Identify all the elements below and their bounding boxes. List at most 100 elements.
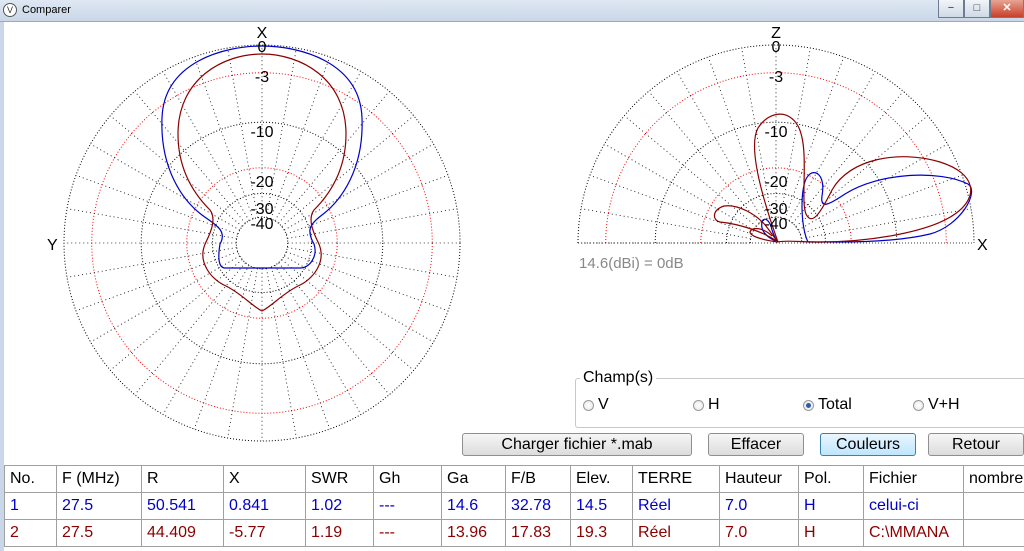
azimuth-plot-labels: X Y 0 -3 -10 -20 -30 -40 (47, 25, 274, 254)
elevation-grid-spoke (648, 91, 760, 224)
azimuth-ring-label-3: -3 (255, 69, 269, 86)
radio-total[interactable]: Total (803, 396, 852, 414)
azimuth-ring-label-0: 0 (258, 39, 267, 56)
elevation-grid-spoke (784, 56, 845, 219)
table-cell: 7.0 (719, 492, 799, 520)
azimuth-grid-spoke (110, 115, 243, 227)
radio-v-plus-h-indicator[interactable] (913, 399, 924, 411)
header-fb[interactable]: F/B (505, 465, 571, 493)
table-cell: 27.5 (56, 492, 142, 520)
table-cell: 0.841 (223, 492, 306, 520)
radio-total-label: Total (818, 396, 852, 413)
table-cell: 13.96 (441, 519, 506, 547)
radio-h[interactable]: H (693, 396, 720, 414)
table-cell: 27.5 (56, 519, 142, 547)
radio-h-label: H (708, 396, 720, 413)
azimuth-grid-spoke (193, 267, 254, 430)
header-gh[interactable]: Gh (373, 465, 442, 493)
header-terre[interactable]: TERRE (632, 465, 720, 493)
header-no[interactable]: No. (4, 465, 57, 493)
table-cell: 14.5 (570, 492, 633, 520)
radio-v-indicator[interactable] (583, 399, 594, 411)
elevation-ring-label-20: -20 (764, 174, 787, 191)
table-cell: 2 (4, 519, 57, 547)
elevation-plot-labels: Z X 0 -3 -10 -20 -30 -40 (764, 25, 988, 254)
header-frequency[interactable]: F (MHz) (56, 465, 142, 493)
table-cell: 1 (4, 492, 57, 520)
table-cell: H (798, 492, 864, 520)
table-cell: --- (373, 492, 442, 520)
azimuth-ring-label-10: -10 (250, 124, 273, 141)
azimuth-grid-spoke (90, 255, 240, 343)
header-swr[interactable]: SWR (305, 465, 374, 493)
table-cell: celui-ci (863, 492, 964, 520)
header-elev[interactable]: Elev. (570, 465, 633, 493)
azimuth-grid-spoke (286, 251, 449, 312)
reference-gain-label: 14.6(dBi) = 0dB (579, 255, 684, 272)
azimuth-grid-spoke (75, 251, 238, 312)
table-cell (963, 492, 1024, 520)
azimuth-plot-grid (63, 44, 461, 442)
table-cell: 32.78 (505, 492, 571, 520)
table-cell: --- (373, 519, 442, 547)
header-x[interactable]: X (223, 465, 306, 493)
azimuth-grid-spoke (270, 267, 331, 430)
table-cell: Réel (632, 492, 720, 520)
radio-v-plus-h[interactable]: V+H (913, 396, 960, 414)
table-cell: H (798, 519, 864, 547)
radio-h-indicator[interactable] (693, 399, 704, 411)
elevation-ring-label-40: -40 (764, 216, 787, 233)
table-cell: 17.83 (505, 519, 571, 547)
elevation-ring-label-0: 0 (772, 39, 781, 56)
azimuth-grid-ring (140, 121, 384, 365)
table-cell: Réel (632, 519, 720, 547)
table-row[interactable]: 2 27.5 44.409 -5.77 1.19 --- 13.96 17.83… (4, 519, 1024, 547)
elevation-ring-label-3: -3 (769, 69, 783, 86)
table-cell: 44.409 (141, 519, 224, 547)
elevation-grid-spoke (798, 143, 948, 231)
results-table: No. F (MHz) R X SWR Gh Ga F/B Elev. TERR… (4, 465, 1024, 547)
champs-group-title: Champ(s) (580, 369, 657, 387)
header-ga[interactable]: Ga (441, 465, 506, 493)
table-cell: 19.3 (570, 519, 633, 547)
back-button[interactable]: Retour (928, 433, 1024, 456)
header-hauteur[interactable]: Hauteur (719, 465, 799, 493)
elevation-grid-spoke (676, 71, 764, 221)
elevation-grid-spoke (604, 143, 754, 231)
table-cell: 50.541 (141, 492, 224, 520)
clear-button[interactable]: Effacer (708, 433, 804, 456)
azimuth-ring-label-40: -40 (250, 216, 273, 233)
radio-total-indicator[interactable] (803, 399, 814, 411)
azimuth-grid-spoke (281, 259, 414, 371)
azimuth-grid-spoke (75, 174, 238, 235)
azimuth-grid-spoke (162, 71, 250, 221)
table-cell: 7.0 (719, 519, 799, 547)
table-header-row: No. F (MHz) R X SWR Gh Ga F/B Elev. TERR… (4, 465, 1024, 493)
radio-v-plus-h-label: V+H (928, 396, 960, 413)
radio-v-label: V (598, 396, 609, 413)
radiation-patterns (161, 45, 973, 312)
elevation-grid-spoke (707, 56, 768, 219)
table-cell (963, 519, 1024, 547)
header-nombre[interactable]: nombre (963, 465, 1024, 493)
load-file-button[interactable]: Charger fichier *.mab (462, 433, 692, 456)
elevation-ring-label-10: -10 (764, 124, 787, 141)
elevation-pattern-series1 (801, 172, 973, 243)
header-r[interactable]: R (141, 465, 224, 493)
azimuth-grid-spoke (110, 259, 243, 371)
elevation-grid-spoke (795, 115, 928, 227)
table-cell: C:\MMANA (863, 519, 964, 547)
header-pol[interactable]: Pol. (798, 465, 864, 493)
table-cell: 1.19 (305, 519, 374, 547)
azimuth-label-left: Y (47, 237, 58, 254)
elevation-grid-spoke (624, 115, 757, 227)
header-fichier[interactable]: Fichier (863, 465, 964, 493)
table-row[interactable]: 1 27.5 50.541 0.841 1.02 --- 14.6 32.78 … (4, 492, 1024, 520)
azimuth-grid-spoke (281, 115, 414, 227)
azimuth-grid-spoke (274, 265, 362, 415)
radio-v[interactable]: V (583, 396, 609, 414)
elevation-grid-spoke (589, 174, 752, 235)
elevation-label-right: X (977, 237, 988, 254)
azimuth-grid-spoke (134, 262, 246, 395)
colors-button[interactable]: Couleurs (820, 433, 916, 456)
